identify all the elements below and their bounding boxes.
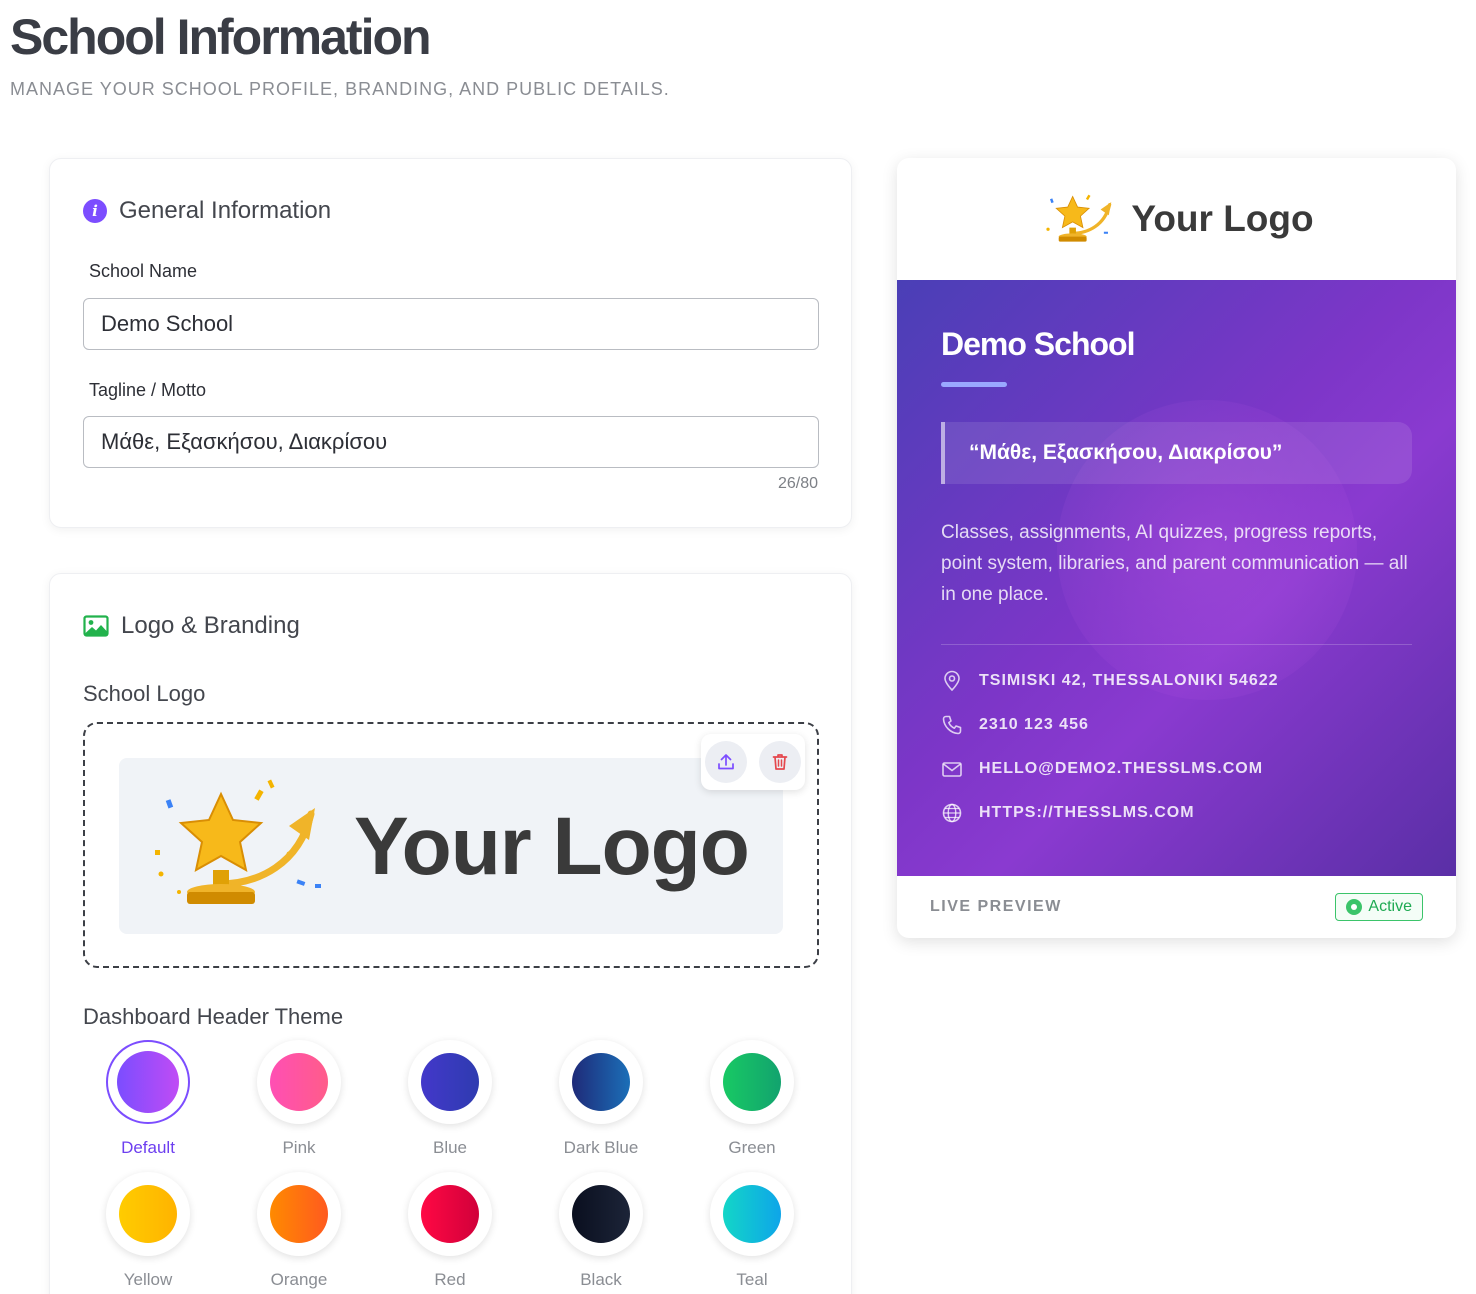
theme-option-dark-blue[interactable]: Dark Blue (536, 1040, 666, 1158)
tagline-label: Tagline / Motto (89, 380, 207, 400)
theme-swatch (572, 1053, 630, 1111)
theme-option-yellow[interactable]: Yellow (83, 1172, 213, 1290)
theme-option-teal[interactable]: Teal (687, 1172, 817, 1290)
theme-label: Blue (432, 1138, 468, 1157)
theme-swatch-ring (710, 1172, 794, 1256)
theme-option-pink[interactable]: Pink (234, 1040, 364, 1158)
theme-label: Black (580, 1270, 622, 1289)
theme-option-green[interactable]: Green (687, 1040, 817, 1158)
theme-label: Green (728, 1138, 776, 1157)
preview-logo-text: Your Logo (1131, 198, 1314, 239)
tagline-input[interactable] (83, 416, 819, 468)
theme-swatch (119, 1185, 177, 1243)
preview-school-name: Demo School (941, 326, 1135, 362)
logo-actions-toolbar (701, 734, 805, 790)
theme-option-black[interactable]: Black (536, 1172, 666, 1290)
preview-email: HELLO@DEMO2.THESSLMS.COM (941, 758, 1263, 780)
theme-option-default[interactable]: Default (83, 1040, 213, 1158)
globe-icon (942, 803, 962, 823)
upload-logo-button[interactable] (705, 741, 747, 783)
theme-option-red[interactable]: Red (385, 1172, 515, 1290)
preview-website-text: HTTPS://THESSLMS.COM (979, 804, 1195, 821)
theme-label: Orange (270, 1270, 328, 1289)
theme-swatch-ring (106, 1172, 190, 1256)
live-preview-label: LIVE PREVIEW (930, 898, 1062, 915)
theme-swatch-ring (710, 1040, 794, 1124)
theme-swatch-ring (408, 1172, 492, 1256)
trophy-icon (155, 779, 321, 904)
logo-branding-card: Logo & Branding School Logo Your Logo Da… (49, 573, 852, 1294)
theme-swatch (421, 1185, 479, 1243)
theme-label: Pink (282, 1138, 316, 1157)
preview-logo-header: Your Logo (897, 158, 1456, 280)
school-name-input[interactable] (83, 298, 819, 350)
general-information-card: i General Information School Name Taglin… (49, 158, 852, 528)
theme-swatch-ring (257, 1172, 341, 1256)
trash-icon (772, 754, 788, 770)
page-title: School Information (10, 9, 432, 65)
theme-option-blue[interactable]: Blue (385, 1040, 515, 1158)
general-information-heading: i General Information (83, 197, 331, 225)
theme-swatch-ring (408, 1040, 492, 1124)
logo-placeholder-text: Your Logo (354, 801, 750, 892)
general-information-title: General Information (119, 197, 332, 224)
logo-image: Your Logo (119, 758, 783, 934)
theme-swatch (117, 1051, 179, 1113)
theme-label: Yellow (123, 1270, 173, 1289)
theme-swatch (572, 1185, 630, 1243)
hero-accent-bar (941, 382, 1007, 387)
status-badge: Active (1335, 893, 1423, 921)
preview-quote: “Μάθε, Εξασκήσου, Διακρίσου” (969, 441, 1283, 464)
status-dot-icon (1346, 899, 1363, 915)
info-icon: i (83, 199, 107, 223)
status-badge-text: Active (1368, 898, 1412, 915)
image-icon (83, 615, 109, 637)
preview-phone: 2310 123 456 (941, 714, 1089, 736)
upload-icon (718, 754, 734, 770)
theme-swatch (723, 1185, 781, 1243)
theme-swatch (270, 1185, 328, 1243)
live-preview-card: Your Logo Demo School “Μάθε, Εξασκήσου, … (897, 158, 1456, 938)
preview-footer: LIVE PREVIEW Active (897, 876, 1456, 938)
logo-branding-heading: Logo & Branding (83, 612, 300, 640)
map-pin-icon (944, 670, 960, 692)
logo-branding-title: Logo & Branding (121, 612, 300, 639)
mail-icon (942, 762, 962, 777)
theme-swatch-ring (559, 1172, 643, 1256)
theme-swatch-ring (257, 1040, 341, 1124)
preview-description: Classes, assignments, AI quizzes, progre… (941, 522, 1408, 605)
theme-label: Dark Blue (563, 1138, 639, 1157)
theme-label: Teal (736, 1270, 768, 1289)
theme-option-orange[interactable]: Orange (234, 1172, 364, 1290)
theme-label: Red (434, 1270, 466, 1289)
preview-website: HTTPS://THESSLMS.COM (941, 802, 1195, 824)
preview-hero: Demo School “Μάθε, Εξασκήσου, Διακρίσου”… (897, 280, 1456, 876)
hero-divider (941, 644, 1412, 645)
preview-address: TSIMISKI 42, THESSALONIKI 54622 (941, 670, 1279, 692)
school-name-label: School Name (89, 261, 198, 281)
preview-address-text: TSIMISKI 42, THESSALONIKI 54622 (979, 672, 1279, 689)
theme-swatch (723, 1053, 781, 1111)
theme-swatch (421, 1053, 479, 1111)
phone-icon (942, 715, 962, 735)
preview-email-text: HELLO@DEMO2.THESSLMS.COM (979, 760, 1264, 777)
school-logo-label: School Logo (83, 681, 206, 706)
page-subtitle: MANAGE YOUR SCHOOL PROFILE, BRANDING, AN… (10, 79, 670, 99)
delete-logo-button[interactable] (759, 741, 801, 783)
theme-label: Default (121, 1138, 175, 1157)
theme-swatch-ring (559, 1040, 643, 1124)
tagline-character-counter: 26/80 (777, 475, 818, 492)
trophy-icon (1046, 194, 1112, 242)
logo-dropzone[interactable]: Your Logo (83, 722, 819, 968)
theme-swatch-ring (106, 1040, 190, 1124)
preview-phone-text: 2310 123 456 (979, 716, 1089, 733)
preview-quote-box: “Μάθε, Εξασκήσου, Διακρίσου” (941, 422, 1412, 484)
dashboard-header-theme-label: Dashboard Header Theme (83, 1004, 344, 1029)
theme-swatch (270, 1053, 328, 1111)
